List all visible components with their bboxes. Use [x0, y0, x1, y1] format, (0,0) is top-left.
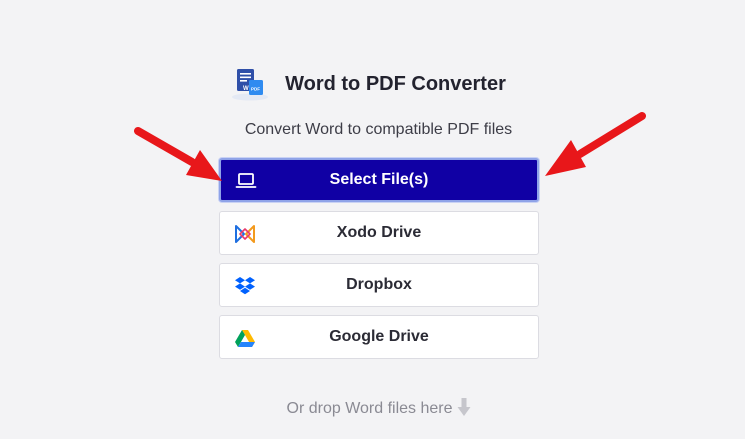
dropbox-logo-icon: [235, 277, 255, 295]
google-drive-logo-icon: [235, 330, 255, 347]
select-files-label: Select File(s): [329, 171, 429, 188]
word-to-pdf-icon: W PDF: [232, 69, 269, 101]
xodo-drive-label: Xodo Drive: [336, 224, 422, 241]
drop-zone-hint: Or drop Word files here: [0, 397, 745, 418]
xodo-drive-button[interactable]: Xodo Drive: [219, 211, 539, 255]
dropbox-button[interactable]: Dropbox: [219, 263, 539, 307]
drop-hint-label: Or drop Word files here: [286, 400, 453, 417]
dropbox-label: Dropbox: [346, 276, 412, 293]
svg-text:PDF: PDF: [251, 87, 260, 92]
page-subtitle: Convert Word to compatible PDF files: [244, 121, 513, 138]
arrow-down-icon: [457, 398, 470, 416]
laptop-icon: [235, 173, 257, 188]
app-header: W PDF Word to PDF Converter: [0, 66, 745, 102]
xodo-logo-icon: [235, 225, 255, 243]
google-drive-label: Google Drive: [329, 328, 429, 345]
svg-text:W: W: [243, 86, 249, 92]
page-title: Word to PDF Converter: [285, 72, 506, 95]
select-files-button[interactable]: Select File(s): [219, 158, 539, 202]
google-drive-button[interactable]: Google Drive: [219, 315, 539, 359]
